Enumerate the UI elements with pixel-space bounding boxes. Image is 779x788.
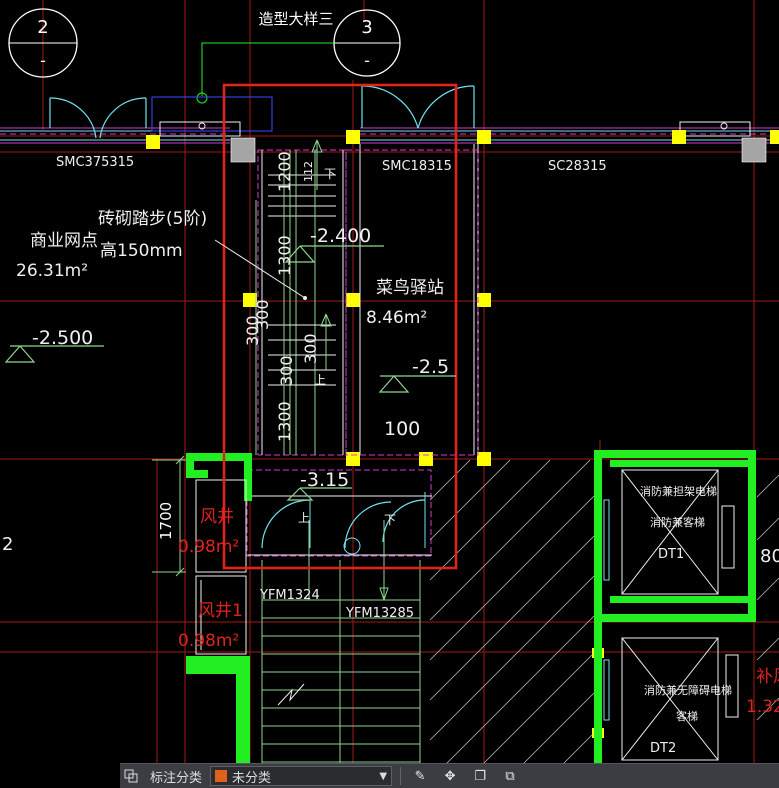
category-select-value: 未分类	[232, 770, 272, 786]
room-shop-name: 商业网点	[30, 231, 98, 251]
axis-bubble-label: 3	[361, 17, 372, 38]
dim-1700-text: 1700	[157, 502, 175, 540]
code-smc375315: SMC375315	[56, 155, 134, 170]
code-yfm13285: YFM13285	[345, 606, 414, 621]
toolbar-label: 标注分类	[150, 770, 203, 786]
room-shaft1-area: 0.98m²	[178, 537, 239, 557]
layers-icon[interactable]	[120, 765, 142, 787]
detail-title: 造型大样三	[258, 10, 333, 28]
edge-right-red1: 补风	[756, 667, 779, 687]
dim-100: 100	[384, 418, 420, 440]
code-sc28315: SC28315	[548, 159, 607, 174]
elevator1-line2: 消防兼客梯	[650, 515, 705, 529]
copy-icon[interactable]: ❐	[469, 765, 491, 787]
steps-annotation-line1: 砖砌踏步(5阶)	[98, 209, 207, 229]
room-shaft2-name: 风井1	[198, 601, 243, 621]
dim-112: 112	[302, 161, 315, 182]
elevator1-code: DT1	[658, 547, 684, 562]
level-l1: -2.400	[310, 225, 371, 247]
stair-mark-up2: 上	[298, 511, 310, 525]
dim-1200: 1200	[275, 151, 294, 192]
room-shaft1-name: 风井	[200, 507, 234, 527]
room-shop-area: 26.31m²	[16, 261, 88, 281]
level-l4: -3.15	[300, 469, 349, 491]
edge-right-red2: 1.32	[746, 697, 779, 717]
edge-right-80: 80	[760, 546, 779, 567]
axis-bubble-3: 3 -	[333, 9, 401, 77]
annotation-toolbar: 标注分类 未分类 ▼ ✎ ✥ ❐ ⧉	[120, 763, 779, 788]
elevator2-code: DT2	[650, 741, 676, 756]
cad-drawing-canvas[interactable]: 2 - 3 - 造型大样三 1700 SMC375315 SMC18315 SC…	[0, 0, 779, 787]
stair-mark-down1: 下	[324, 167, 336, 181]
steps-leader-dot	[303, 296, 307, 300]
room-station-area: 8.46m²	[366, 308, 427, 328]
axis-bubble-label: 2	[37, 17, 48, 38]
edge-left-2: 2	[2, 534, 13, 555]
category-select[interactable]: 未分类 ▼	[210, 766, 393, 786]
chevron-down-icon: ▼	[379, 770, 388, 782]
room-shaft2-area: 0.98m²	[178, 631, 239, 651]
elevator1-line1: 消防兼担架电梯	[640, 484, 717, 498]
steps-annotation-line2: 高150mm	[100, 241, 183, 261]
level-l3: -2.5	[412, 356, 449, 378]
dim-300d: 300	[277, 355, 296, 386]
canvas-background	[0, 0, 779, 787]
dim-1300b: 1300	[275, 401, 294, 442]
code-yfm1324: YFM1324	[259, 588, 320, 603]
code-smc18315: SMC18315	[382, 159, 452, 174]
move-icon[interactable]: ✥	[439, 765, 461, 787]
paste-icon[interactable]: ⧉	[499, 765, 521, 787]
room-station-name: 菜鸟驿站	[376, 278, 444, 298]
level-l2: -2.500	[32, 327, 93, 349]
stair-mark-down2: 下	[384, 513, 396, 527]
edit-icon[interactable]: ✎	[409, 765, 431, 787]
elevator2-line2: 客梯	[676, 709, 698, 723]
dim-300b: 300	[253, 299, 272, 330]
dim-300c: 300	[301, 333, 320, 364]
axis-bubble-sub: -	[40, 51, 46, 70]
dim-1300a: 1300	[275, 235, 294, 276]
toolbar-separator	[400, 767, 402, 785]
elevator2-line1: 消防兼无障碍电梯	[644, 683, 732, 697]
axis-bubble-2: 2 -	[8, 8, 78, 78]
axis-bubble-sub: -	[364, 51, 370, 70]
category-swatch	[215, 770, 228, 782]
stair-mark-up1: 上	[314, 373, 326, 387]
